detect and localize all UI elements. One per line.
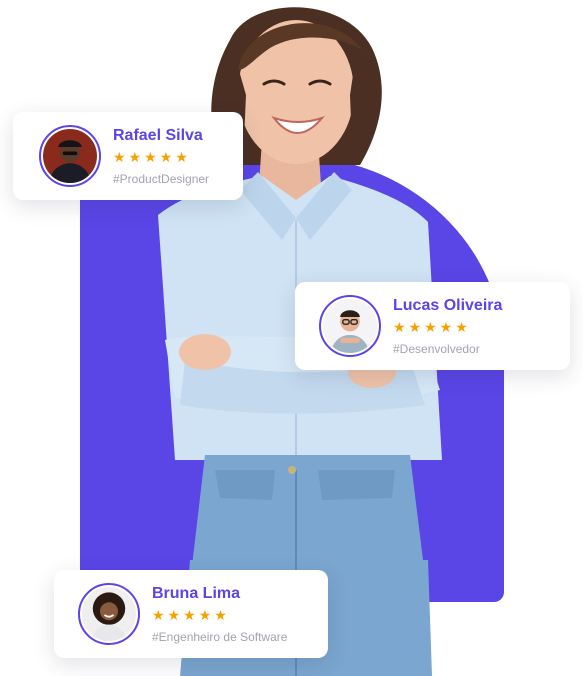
reviewer-role: #Engenheiro de Software xyxy=(152,629,288,644)
review-card: Bruna Lima ★★★★★ #Engenheiro de Software xyxy=(54,570,328,658)
reviewer-name: Rafael Silva xyxy=(113,126,203,144)
reviewer-role: #Desenvolvedor xyxy=(393,341,480,356)
avatar xyxy=(319,295,381,357)
avatar xyxy=(78,583,140,645)
review-card: Rafael Silva ★★★★★ #ProductDesigner xyxy=(13,112,243,200)
avatar-man-glasses-icon xyxy=(323,299,377,353)
star-rating-icon: ★★★★★ xyxy=(113,148,191,165)
reviewer-name: Bruna Lima xyxy=(152,584,241,602)
testimonial-hero: Rafael Silva ★★★★★ #ProductDesigner Luca… xyxy=(0,0,583,676)
star-rating-icon: ★★★★★ xyxy=(152,606,230,623)
reviewer-name: Lucas Oliveira xyxy=(393,296,503,314)
review-card: Lucas Oliveira ★★★★★ #Desenvolvedor xyxy=(295,282,570,370)
reviewer-role: #ProductDesigner xyxy=(113,171,210,186)
avatar-woman-curly-hair-icon xyxy=(82,587,136,641)
avatar-man-dark-jacket-icon xyxy=(43,129,97,183)
avatar xyxy=(39,125,101,187)
star-rating-icon: ★★★★★ xyxy=(393,318,471,335)
